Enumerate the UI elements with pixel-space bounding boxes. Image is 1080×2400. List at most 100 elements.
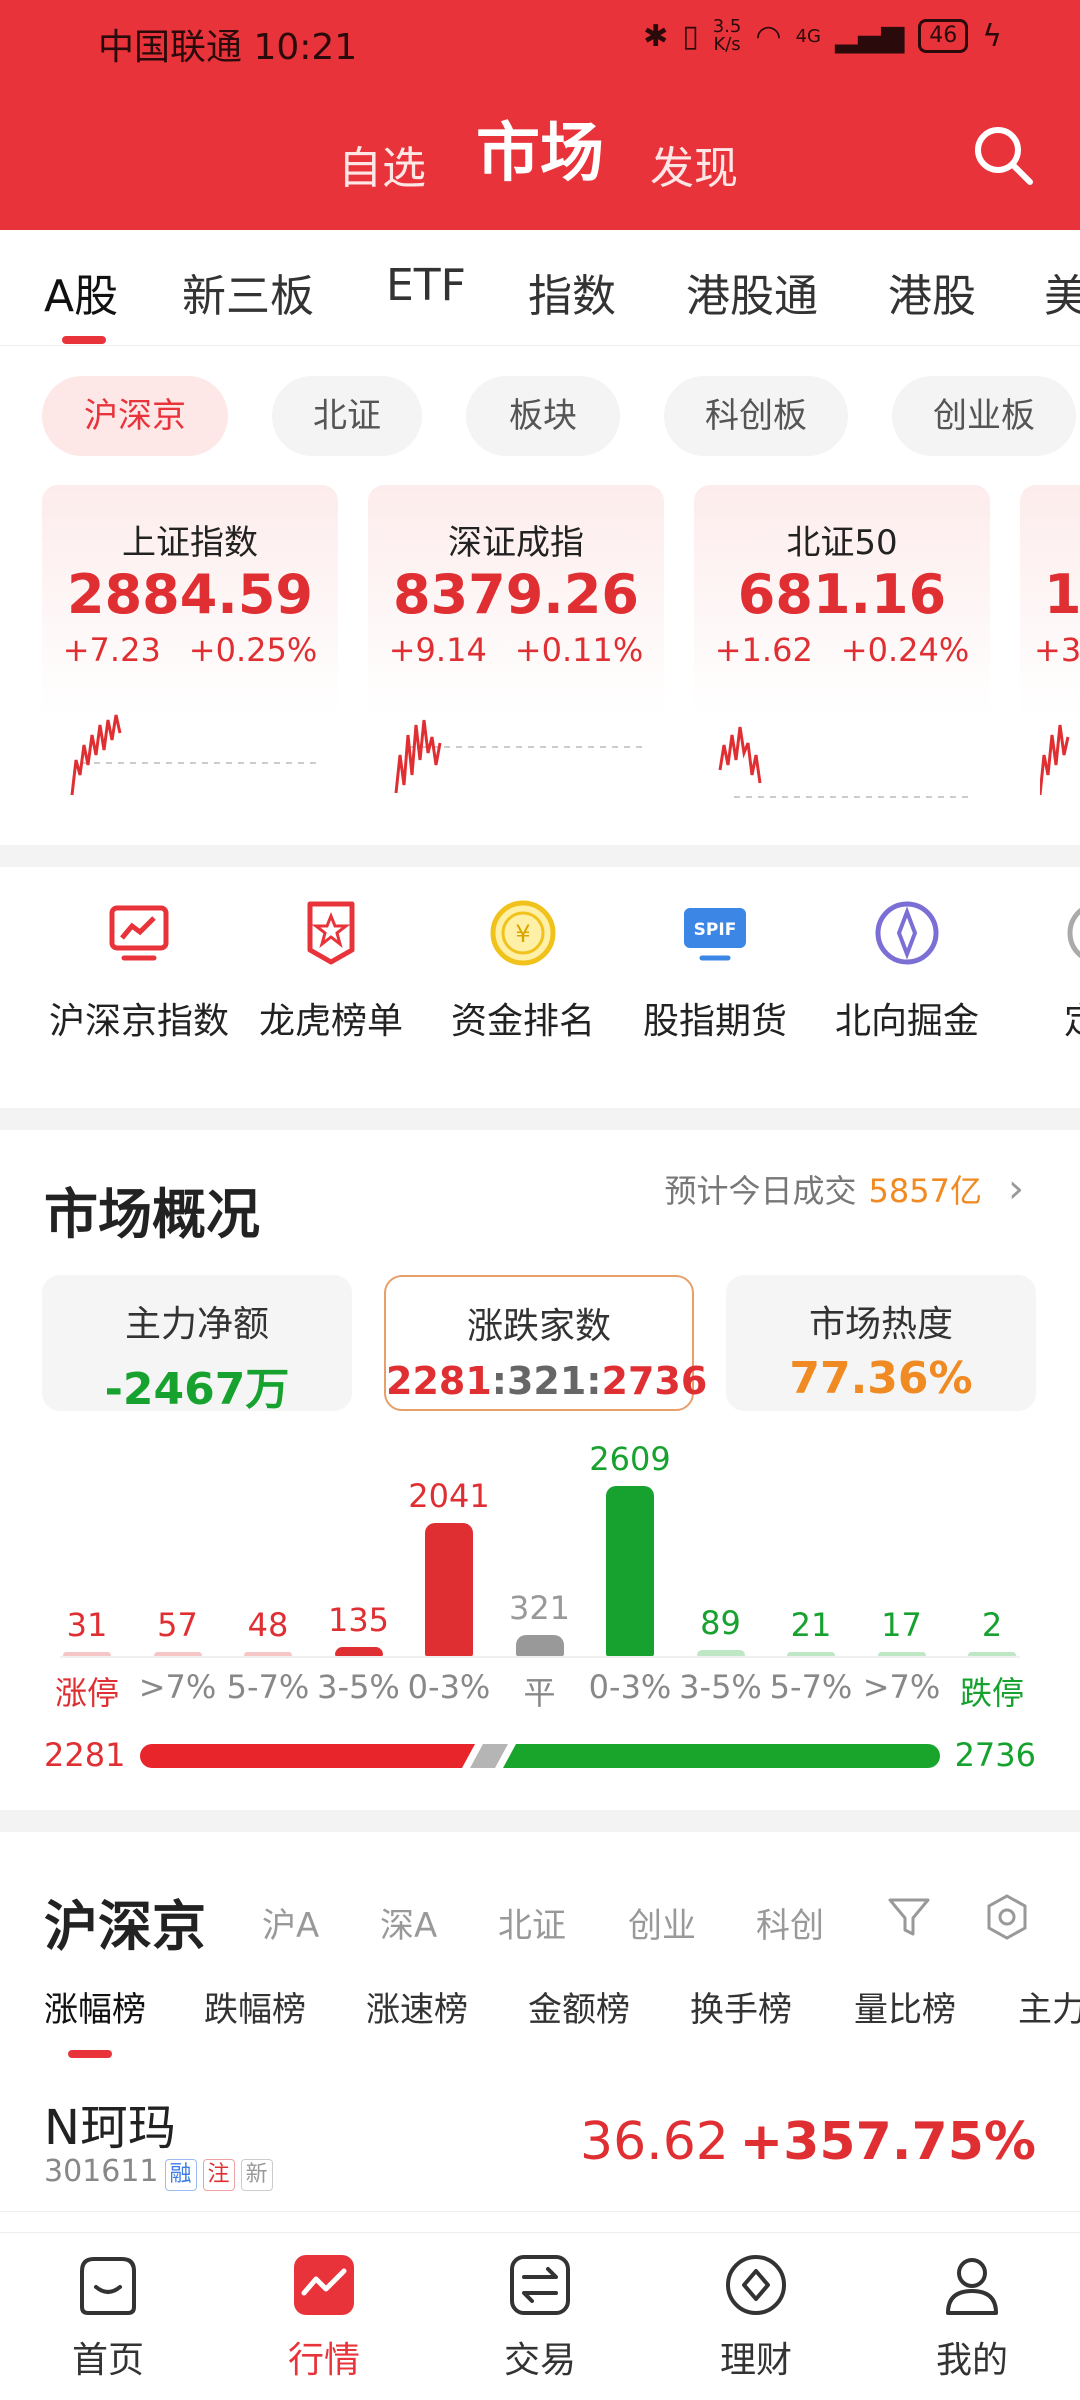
heat-value: 77.36% (789, 1353, 973, 1404)
exchange-icon (510, 2255, 570, 2315)
tab-discover[interactable]: 发现 (650, 132, 738, 196)
distribution-bar-rect (153, 1652, 202, 1656)
wifi-icon: ◠ (755, 18, 782, 54)
entry-northbound[interactable]: 北向掘金 (812, 898, 1002, 1044)
bottom-nav: 首页 行情 交易 理财 我的 (0, 2232, 1080, 2400)
pill-hsj[interactable]: 沪深京 (42, 376, 228, 456)
tab-neeq[interactable]: 新三板 (182, 260, 314, 324)
pill-bse[interactable]: 北证 (272, 376, 422, 456)
section-divider (0, 1810, 1080, 1832)
tab-index[interactable]: 指数 (528, 260, 616, 324)
section-divider (0, 845, 1080, 867)
pill-chinext[interactable]: 创业板 (892, 376, 1076, 456)
index-name: 深证成指 (448, 523, 584, 563)
distribution-label: >7% (138, 1668, 217, 1706)
tab-hk-stocks[interactable]: 港股 (888, 260, 976, 324)
tab-amount[interactable]: 金额榜 (528, 1982, 630, 2031)
distribution-label: 3-5% (317, 1668, 400, 1706)
index-change: +1.62 +0.24% (694, 631, 990, 669)
tab-main-force[interactable]: 主力 (1018, 1982, 1080, 2031)
tab-turnover[interactable]: 换手榜 (690, 1982, 792, 2031)
stock-code-line: 301611 融注新 (44, 2154, 273, 2191)
pill-star[interactable]: 科创板 (664, 376, 848, 456)
market-heat-box[interactable]: 市场热度 77.36% (726, 1275, 1036, 1411)
index-change-pct: +0.11% (514, 631, 644, 669)
main-net-value: -2467万 (104, 1364, 290, 1415)
tab-hk-connect[interactable]: 港股通 (686, 260, 818, 324)
heat-label: 市场热度 (808, 1304, 953, 1345)
diamond-coin-icon (726, 2255, 786, 2315)
settings-icon[interactable] (982, 1892, 1032, 1942)
index-card-partial[interactable]: 1 +3 (1020, 485, 1080, 815)
main-net-box[interactable]: 主力净额 -2467万 (42, 1275, 352, 1415)
updown-ratio-bar: 2281 2736 (0, 1730, 1080, 1790)
distribution-label: 跌停 (959, 1674, 1024, 1712)
filter-sh-a[interactable]: 沪A (262, 1898, 319, 1947)
filter-chinext[interactable]: 创业 (628, 1898, 696, 1947)
distribution-count: 89 (700, 1604, 741, 1642)
distribution-bar: 321 平 (495, 1430, 585, 1730)
entry-partial[interactable]: 定 (1004, 898, 1080, 1044)
stock-name: N珂玛 (44, 2100, 176, 2156)
filter-bse[interactable]: 北证 (498, 1898, 566, 1947)
tab-watchlist[interactable]: 自选 (338, 132, 426, 196)
index-card-szse[interactable]: 深证成指 8379.26 +9.14 +0.11% (368, 485, 664, 815)
index-card-bse50[interactable]: 北证50 681.16 +1.62 +0.24% (694, 485, 990, 815)
nav-profile[interactable]: 我的 (892, 2251, 1052, 2383)
futures-icon-text: SPIF (694, 920, 737, 940)
entry-fund-rank[interactable]: ¥ 资金排名 (428, 898, 618, 1044)
distribution-bar: 48 5-7% (223, 1430, 313, 1730)
tab-market[interactable]: 市场 (476, 102, 604, 194)
tab-losers[interactable]: 跌幅榜 (204, 1982, 306, 2031)
index-change-pct: +0.25% (188, 631, 318, 669)
nav-home[interactable]: 首页 (28, 2251, 188, 2383)
distribution-bar-rect (877, 1652, 926, 1656)
filter-sz-a[interactable]: 深A (380, 1898, 437, 1947)
distribution-bar: 57 >7% (133, 1430, 223, 1730)
distribution-bar: 2041 0-3% (404, 1430, 494, 1730)
nav-market[interactable]: 行情 (244, 2251, 404, 2383)
stock-code: 301611 (44, 2154, 159, 2189)
tab-volume-ratio[interactable]: 量比榜 (854, 1982, 956, 2031)
nav-label: 理财 (719, 2340, 792, 2381)
registration-tag: 注 (202, 2159, 235, 2191)
home-icon (80, 2257, 136, 2315)
entry-hsj-index[interactable]: 沪深京指数 (44, 898, 234, 1044)
tab-speed[interactable]: 涨速榜 (366, 1982, 468, 2031)
entry-dragon-tiger[interactable]: 龙虎榜单 (236, 898, 426, 1044)
distribution-bar: 2609 0-3% (585, 1430, 675, 1730)
index-change: +9.14 +0.11% (368, 631, 664, 669)
nav-wealth[interactable]: 理财 (676, 2251, 836, 2383)
index-value: 681.16 (737, 563, 947, 626)
up-count: 2281 (386, 1359, 492, 1403)
index-change-pct: +0.24% (840, 631, 970, 669)
table-row[interactable]: N珂玛 301611 融注新 36.62 +357.75% (0, 2082, 1080, 2212)
network-speed: 3.5 K/s (713, 18, 742, 54)
tab-gainers[interactable]: 涨幅榜 (44, 1982, 146, 2031)
status-carrier-time: 中国联通 10:21 (98, 27, 358, 68)
index-change: +7.23 +0.25% (42, 631, 338, 669)
index-card-sse[interactable]: 上证指数 2884.59 +7.23 +0.25% (42, 485, 338, 815)
compass-icon (875, 901, 939, 965)
filter-star[interactable]: 科创 (756, 1898, 824, 1947)
tab-etf[interactable]: ETF (386, 260, 466, 311)
entry-label: 定 (1004, 992, 1080, 1044)
vibrate-icon: ▯ (682, 18, 699, 54)
distribution-label: 0-3% (588, 1668, 672, 1706)
nav-trade[interactable]: 交易 (460, 2251, 620, 2383)
updown-count-box[interactable]: 涨跌家数 2281:321:2736 (384, 1275, 707, 1411)
star-badge-icon (307, 901, 355, 965)
entry-index-futures[interactable]: SPIF 股指期货 (620, 898, 810, 1044)
distribution-bar: 31 涨停 (42, 1430, 132, 1730)
index-cards: 上证指数 2884.59 +7.23 +0.25% 深证成指 8379.26 +9… (0, 485, 1080, 825)
filter-icon[interactable] (884, 1892, 934, 1942)
quick-entries: 沪深京指数 龙虎榜单 ¥ 资金排名 SPIF 股指期货 北向掘金 (0, 870, 1080, 1100)
search-icon[interactable] (968, 120, 1038, 190)
index-change-abs: +1.62 (714, 631, 813, 669)
estimated-volume[interactable]: 预计今日成交 5857亿 › (665, 1166, 1024, 1212)
active-tab-indicator (62, 336, 106, 344)
tab-us-stocks[interactable]: 美 (1044, 260, 1080, 324)
tab-a-shares[interactable]: A股 (44, 260, 118, 324)
pill-sector[interactable]: 板块 (466, 376, 620, 456)
distribution-bar-rect (425, 1523, 473, 1656)
